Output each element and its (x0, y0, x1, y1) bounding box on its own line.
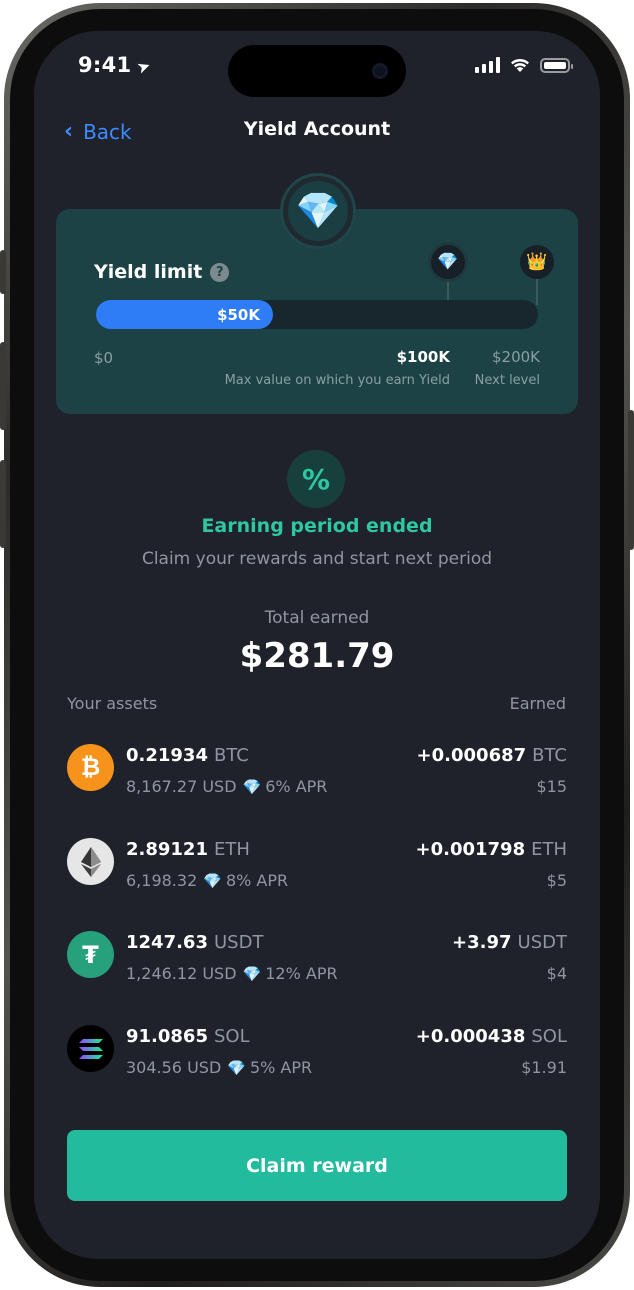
app-screen: 9:41 ➤ ‹ Back Yield Account Yield limit ?… (34, 31, 600, 1259)
asset-subline: 6,198.32 💎 8% APR (126, 871, 288, 890)
status-time-text: 9:41 (78, 53, 132, 77)
asset-subline: 8,167.27 USD 💎 6% APR (126, 777, 327, 796)
diamond-icon: 💎 (288, 181, 348, 241)
percent-icon: % (287, 450, 345, 508)
ethereum-icon (67, 838, 114, 885)
asset-apr: 6% APR (265, 777, 328, 796)
asset-apr: 8% APR (225, 871, 289, 890)
scale-next-label: $200K (491, 348, 540, 366)
battery-icon (540, 57, 573, 73)
asset-amount-value: 0.21934 (126, 745, 208, 766)
asset-row-usdt[interactable]: ₮ 1247.63 USDT 1,246.12 USD 💎 12% APR +3.97… (67, 931, 567, 993)
diamond-icon: 💎 (431, 245, 465, 279)
volume-down-button (0, 460, 6, 548)
asset-earned-symbol: BTC (532, 745, 567, 766)
claim-reward-button[interactable]: Claim reward (67, 1130, 567, 1201)
asset-earned-usd: $4 (546, 964, 567, 983)
asset-usd-value: 304.56 USD (126, 1058, 222, 1077)
tier-marker-line (536, 275, 538, 305)
asset-row-sol[interactable]: 91.0865 SOL 304.56 USD 💎 5% APR +0.000438 SO… (67, 1025, 567, 1087)
scale-current-caption: Max value on which you earn Yield (224, 373, 450, 388)
scale-min-label: $0 (94, 349, 114, 367)
page-title: Yield Account (243, 118, 391, 140)
solana-icon (67, 1025, 114, 1072)
earning-status-subtitle: Claim your rewards and start next period (141, 549, 493, 569)
asset-subline: 1,246.12 USD 💎 12% APR (126, 964, 338, 983)
asset-symbol: BTC (213, 745, 249, 766)
yield-progress-fill: $50K (96, 300, 273, 329)
asset-row-eth[interactable]: 2.89121 ETH 6,198.32 💎 8% APR +0.001798 ETH … (67, 838, 567, 900)
yield-limit-heading: Yield limit ? (94, 261, 230, 283)
crown-icon: 👑 (520, 245, 554, 279)
yield-limit-title: Yield limit (94, 261, 203, 283)
front-camera (372, 63, 388, 79)
asset-apr: 12% APR (265, 964, 338, 983)
asset-earned-value: +3.97 (452, 932, 512, 953)
asset-earned-value: +0.000438 (415, 1026, 526, 1047)
scale-current-label: $100K (396, 348, 450, 366)
asset-amount: 0.21934 BTC (126, 745, 249, 766)
bitcoin-icon: ₿ (67, 744, 114, 791)
ethereum-logo (80, 846, 101, 877)
diamond-icon: 💎 (203, 872, 222, 890)
asset-earned: +0.000687 BTC (417, 745, 567, 766)
asset-earned-value: +0.001798 (415, 839, 526, 860)
cellular-signal-icon (475, 57, 500, 73)
asset-earned-value: +0.000687 (416, 745, 527, 766)
asset-earned-symbol: USDT (517, 932, 567, 953)
asset-row-btc[interactable]: ₿ 0.21934 BTC 8,167.27 USD 💎 6% APR +0.0006… (67, 744, 567, 806)
asset-amount: 2.89121 ETH (126, 839, 250, 860)
location-arrow-icon: ➤ (134, 55, 154, 78)
asset-earned: +0.000438 SOL (416, 1026, 567, 1047)
asset-amount-value: 91.0865 (126, 1026, 208, 1047)
asset-earned-usd: $5 (546, 871, 567, 890)
earned-header-label: Earned (509, 694, 566, 713)
asset-usd-value: 1,246.12 USD (126, 964, 237, 983)
asset-earned: +0.001798 ETH (416, 839, 568, 860)
asset-usd-value: 8,167.27 USD (126, 777, 237, 796)
scale-next-caption: Next level (474, 373, 540, 388)
diamond-icon: 💎 (242, 965, 262, 983)
yield-progress-label: $50K (217, 305, 260, 324)
tether-icon: ₮ (67, 931, 114, 978)
help-icon[interactable]: ? (210, 262, 230, 282)
asset-earned-usd: $1.91 (521, 1058, 567, 1077)
total-earned-value: $281.79 (239, 636, 395, 676)
asset-amount: 1247.63 USDT (126, 932, 263, 953)
asset-symbol: ETH (213, 839, 250, 860)
asset-earned-symbol: SOL (531, 1026, 567, 1047)
wifi-icon (511, 58, 529, 72)
volume-up-button (0, 342, 6, 430)
asset-amount-value: 2.89121 (126, 839, 208, 860)
asset-earned-symbol: ETH (531, 839, 567, 860)
total-earned-label: Total earned (264, 608, 370, 628)
asset-subline: 304.56 USD 💎 5% APR (126, 1058, 312, 1077)
asset-amount: 91.0865 SOL (126, 1026, 250, 1047)
diamond-badge: 💎 (280, 173, 356, 249)
status-indicators (475, 57, 573, 73)
asset-apr: 5% APR (249, 1058, 313, 1077)
asset-amount-value: 1247.63 (126, 932, 208, 953)
asset-usd-value: 6,198.32 (126, 871, 198, 890)
status-time: 9:41 ➤ (78, 53, 154, 78)
diamond-icon: 💎 (242, 778, 262, 796)
asset-earned-usd: $15 (536, 777, 567, 796)
diamond-icon: 💎 (227, 1059, 246, 1077)
solana-logo (78, 1038, 103, 1059)
action-button (0, 250, 6, 294)
assets-header-label: Your assets (67, 694, 158, 713)
dynamic-island (228, 45, 406, 97)
asset-symbol: USDT (213, 932, 264, 953)
yield-progress-bar: $50K (96, 300, 538, 329)
earning-status-title: Earning period ended (201, 515, 433, 537)
asset-earned: +3.97 USDT (452, 932, 567, 953)
asset-symbol: SOL (213, 1026, 250, 1047)
power-button (628, 410, 634, 550)
